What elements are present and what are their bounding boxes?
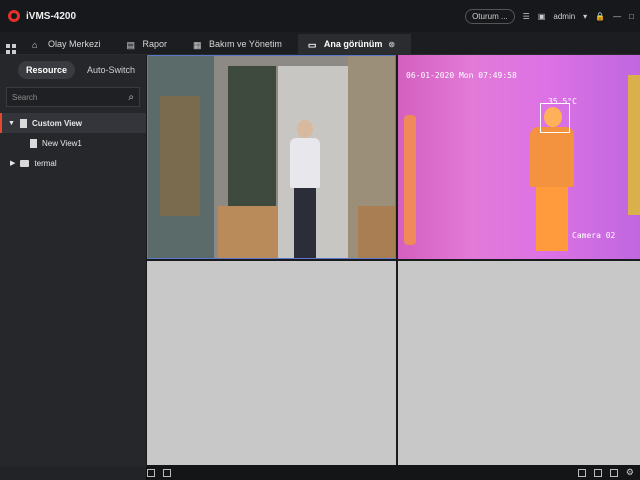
segment-resource[interactable]: Resource: [18, 61, 76, 79]
chevron-right-icon[interactable]: ▶: [10, 159, 15, 167]
tree-item-label: termal: [34, 158, 57, 168]
tab-label: Ana görünüm: [323, 39, 383, 49]
folder-icon: [20, 159, 30, 167]
thermal-camera-label: Camera 02: [572, 231, 616, 240]
title-bar-controls: Oturum ... ☰ ▣ admin ▾ 🔒 — □: [465, 0, 634, 32]
tree-item-new-view1[interactable]: New View1: [0, 133, 146, 153]
thermal-left-figure: [404, 115, 416, 245]
segment-auto-switch[interactable]: Auto-Switch: [79, 61, 143, 79]
thermal-person-body: [530, 127, 574, 187]
video-window-4-empty[interactable]: [398, 261, 640, 465]
record-icon[interactable]: [163, 468, 171, 477]
settings-gear-icon[interactable]: ⚙: [626, 467, 634, 478]
module-grid-icon[interactable]: [6, 44, 16, 54]
tree-item-termal[interactable]: ▶ termal: [0, 153, 146, 173]
window-division-icon[interactable]: [577, 468, 586, 477]
speaker-icon[interactable]: [147, 468, 155, 477]
login-button[interactable]: Oturum ...: [465, 8, 515, 24]
resource-tree: ▼ Custom View New View1 ▶ termal: [0, 113, 146, 173]
chevron-down-icon[interactable]: ▼: [8, 120, 15, 127]
list-icon[interactable]: ☰: [523, 12, 530, 21]
main-view-icon: ▭: [307, 39, 317, 50]
maximize-icon[interactable]: □: [629, 12, 634, 21]
fullscreen-icon[interactable]: [609, 468, 618, 477]
tab-label: Rapor: [142, 39, 168, 49]
scene-counter-right: [358, 206, 395, 258]
sidebar-segment: Resource Auto-Switch: [0, 55, 146, 79]
person-legs: [294, 188, 316, 258]
tab-maintenance[interactable]: ▦ Bakım ve Yönetim: [183, 34, 298, 54]
maintenance-icon: ▦: [193, 39, 202, 50]
live-view-grid: 06-01-2020 Mon 07:49:58 35.5°C Camera 02: [147, 55, 640, 465]
close-icon[interactable]: ⊗: [388, 40, 395, 49]
video-window-1[interactable]: [147, 55, 396, 259]
home-icon: ⌂: [32, 39, 38, 50]
tree-item-custom-view[interactable]: ▼ Custom View: [0, 113, 146, 133]
tab-event-center[interactable]: ⌂ Olay Merkezi: [22, 34, 117, 54]
chevron-down-icon[interactable]: ▾: [583, 12, 587, 21]
tab-report[interactable]: ▤ Rapor: [117, 34, 184, 54]
live-view-toolbar: ⚙: [147, 465, 640, 480]
person-head: [297, 120, 313, 138]
tab-bar: ⌂ Olay Merkezi ▤ Rapor ▦ Bakım ve Yöneti…: [0, 32, 640, 55]
title-bar: iVMS-4200 Oturum ... ☰ ▣ admin ▾ 🔒 — □: [0, 0, 640, 32]
thermal-edge: [628, 75, 640, 215]
tab-label: Bakım ve Yönetim: [209, 39, 282, 49]
app-logo-icon: [8, 10, 20, 22]
scene-counter: [218, 206, 278, 258]
scene-display: [160, 96, 200, 216]
thermal-person-legs: [536, 187, 568, 251]
thermal-temp-readout: 35.5°C: [548, 97, 577, 106]
user-icon[interactable]: ▣: [538, 12, 546, 21]
user-name[interactable]: admin: [553, 12, 575, 21]
tree-item-label: New View1: [42, 138, 82, 148]
search-input[interactable]: Search ⌕: [6, 87, 140, 107]
search-placeholder: Search: [12, 92, 38, 102]
tab-main-view[interactable]: ▭ Ana görünüm ⊗: [297, 34, 412, 54]
lock-icon[interactable]: 🔒: [595, 12, 605, 21]
thermal-detect-box: [540, 103, 570, 133]
tab-label: Olay Merkezi: [48, 39, 101, 49]
resource-sidebar: Resource Auto-Switch Search ⌕ ▼ Custom V…: [0, 55, 147, 467]
report-icon: ▤: [126, 39, 136, 50]
thermal-timestamp: 06-01-2020 Mon 07:49:58: [406, 71, 517, 80]
video-window-2-thermal[interactable]: 06-01-2020 Mon 07:49:58 35.5°C Camera 02: [398, 55, 640, 259]
person-body: [290, 138, 320, 188]
capture-icon[interactable]: [593, 468, 602, 477]
video-window-3-empty[interactable]: [147, 261, 396, 465]
minimize-icon[interactable]: —: [613, 12, 621, 21]
app-title: iVMS-4200: [26, 10, 77, 22]
tree-item-label: Custom View: [31, 118, 83, 128]
view-icon: [30, 138, 37, 148]
sidebar-footer: [0, 467, 146, 480]
search-icon[interactable]: ⌕: [128, 92, 134, 103]
scene-door: [228, 66, 276, 216]
view-icon: [19, 118, 27, 128]
